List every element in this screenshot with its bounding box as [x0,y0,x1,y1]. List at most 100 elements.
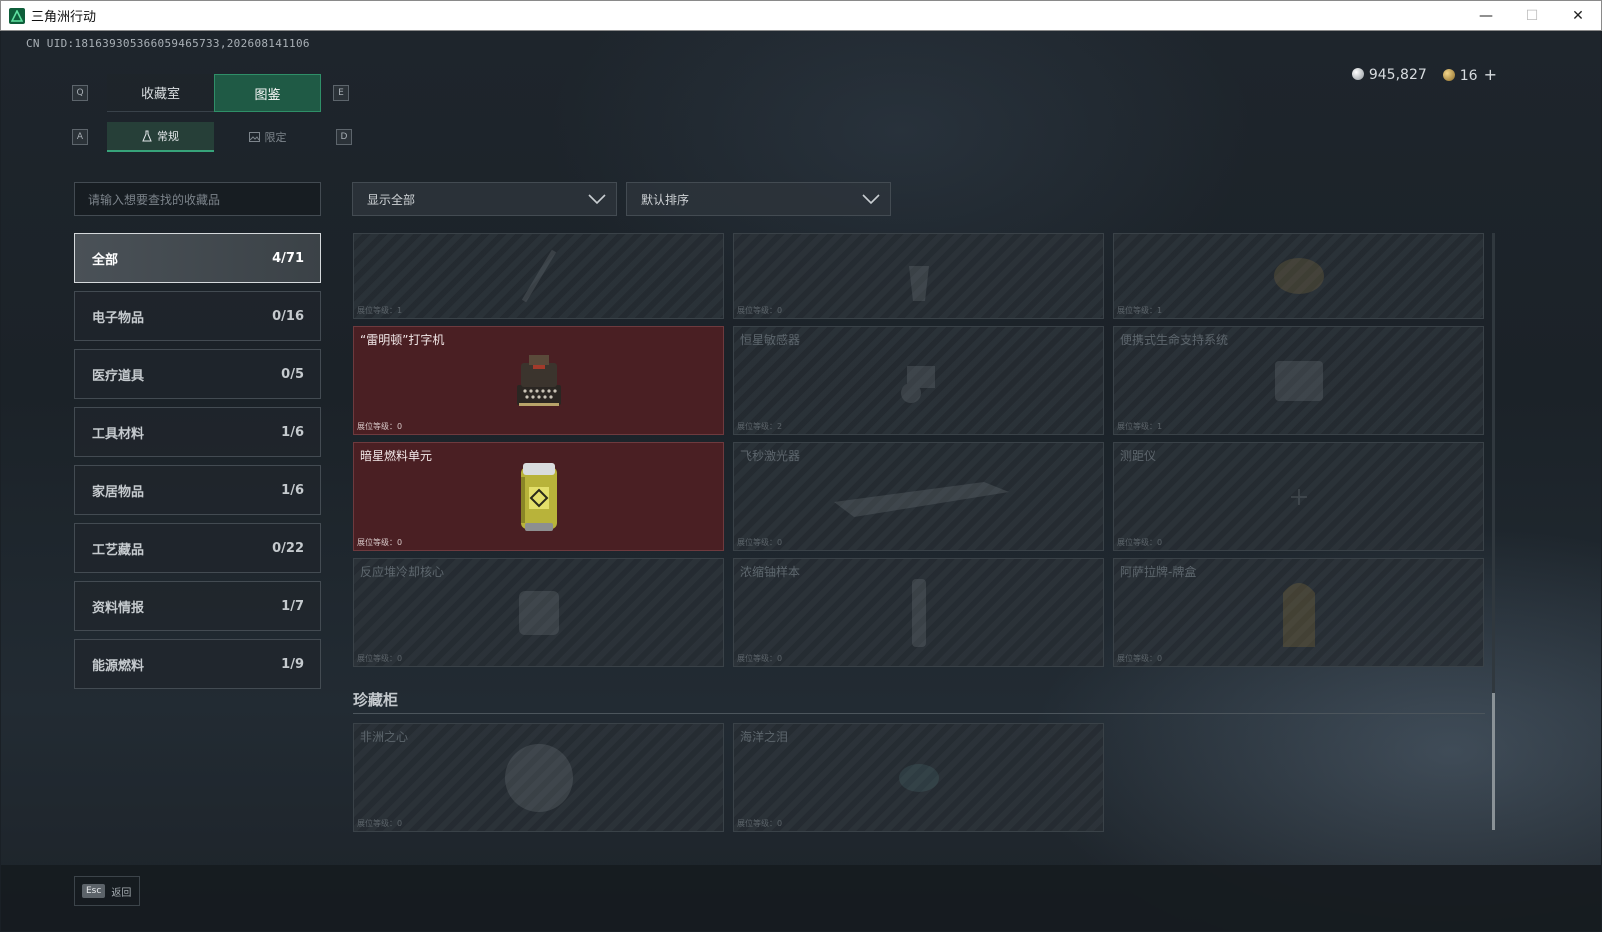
close-button[interactable]: ✕ [1555,1,1601,31]
flask-icon [142,130,152,142]
add-currency-button[interactable]: + [1484,65,1497,84]
card-box-icon [1282,582,1315,647]
item-card[interactable]: 海洋之泪 展位等级：0 [733,723,1104,832]
item-level: 展位等级：0 [737,306,783,315]
reactor-core-icon [518,590,559,635]
item-name: 海洋之泪 [740,730,789,744]
item-level: 展位等级：0 [1117,538,1163,547]
item-card[interactable]: 展位等级：0 [733,233,1104,319]
item-level: 展位等级：0 [737,538,783,547]
esc-key-icon: Esc [82,884,106,898]
item-name: “雷明顿”打字机 [360,333,445,347]
item-level: 展位等级：1 [1117,422,1163,431]
filter-dropdown[interactable]: 显示全部 [352,182,617,216]
silver-coin-icon [1351,67,1364,80]
item-level: 展位等级：1 [1117,306,1163,315]
bottom-bar [1,865,1601,931]
item-level: 展位等级：0 [357,422,403,431]
item-card[interactable]: 测距仪 展位等级：0 [1113,442,1484,551]
key-hint-q: Q [72,85,88,101]
item-level: 展位等级：1 [357,306,403,315]
item-card[interactable]: 飞秒激光器 展位等级：0 [733,442,1104,551]
image-icon [248,132,260,142]
scrollbar-thumb[interactable] [1492,693,1495,830]
tab-regular[interactable]: 常规 [107,122,214,152]
category-electronics[interactable]: 电子物品 0/16 [74,291,321,341]
item-name: 恒星敏感器 [740,333,801,347]
category-all[interactable]: 全部 4/71 [74,233,321,283]
category-tools[interactable]: 工具材料 1/6 [74,407,321,457]
category-crafts[interactable]: 工艺藏品 0/22 [74,523,321,573]
search-input[interactable]: 请输入想要查找的收藏品 [74,182,321,216]
item-card[interactable]: 便携式生命支持系统 展位等级：1 [1113,326,1484,435]
item-name: 便携式生命支持系统 [1120,333,1229,347]
section-divider [353,713,1485,714]
uranium-sample-icon [911,578,926,647]
gem-tear-icon [898,763,939,792]
gem-heart-icon [504,743,573,812]
tab-limited[interactable]: 限定 [214,122,321,152]
sensor-icon [900,365,935,403]
item-silhouette-icon [1273,258,1324,294]
main-tabs: 收藏室 图鉴 [107,74,321,112]
gold-coin-icon [1442,69,1455,81]
category-list: 全部 4/71 电子物品 0/16 医疗道具 0/5 工具材料 1/6 家居物品 1/6 … [74,233,321,697]
item-card[interactable]: 恒星敏感器 展位等级：2 [733,326,1104,435]
silver-currency: 945,827 [1351,67,1427,83]
item-name: 浓缩铀样本 [740,565,801,579]
chevron-down-icon [862,194,880,205]
item-level: 展位等级：0 [737,654,783,663]
category-intel[interactable]: 资料情报 1/7 [74,581,321,631]
category-medical[interactable]: 医疗道具 0/5 [74,349,321,399]
sub-tabs: 常规 限定 [107,122,321,152]
tab-collection-room[interactable]: 收藏室 [107,74,214,112]
item-name: 反应堆冷却核心 [360,565,445,579]
key-hint-d: D [336,129,352,145]
cabinet-section-title: 珍藏柜 [353,691,399,709]
item-level: 展位等级：0 [357,538,403,547]
category-energy[interactable]: 能源燃料 1/9 [74,639,321,689]
item-card[interactable]: 浓缩铀样本 展位等级：0 [733,558,1104,667]
item-silhouette-icon [908,251,929,301]
item-name: 飞秒激光器 [740,449,801,463]
rangefinder-icon [1290,488,1307,505]
window-title: 三角洲行动 [31,10,97,25]
item-card[interactable]: 展位等级：1 [1113,233,1484,319]
back-label: 返回 [111,887,132,899]
fuel-cell-icon [520,462,557,531]
sort-dropdown[interactable]: 默认排序 [626,182,891,216]
category-household[interactable]: 家居物品 1/6 [74,465,321,515]
laser-icon [833,481,1009,517]
item-card[interactable]: 展位等级：1 [353,233,724,319]
minimize-button[interactable]: — [1463,1,1509,31]
back-button[interactable]: Esc 返回 [74,876,140,906]
item-card[interactable]: 非洲之心 展位等级：0 [353,723,724,832]
tab-encyclopedia[interactable]: 图鉴 [214,74,321,112]
key-hint-e: E [333,85,349,101]
key-hint-a: A [72,129,88,145]
item-level: 展位等级：2 [737,422,783,431]
app-logo-icon [9,7,25,24]
maximize-button[interactable]: ☐ [1509,1,1555,31]
item-card[interactable]: 反应堆冷却核心 展位等级：0 [353,558,724,667]
typewriter-icon [516,354,561,406]
uid-label: CN UID:181639305366059465733,20260814110… [26,37,310,50]
item-name: 暗星燃料单元 [360,449,433,463]
life-support-icon [1274,360,1323,401]
item-name: 测距仪 [1120,449,1157,463]
currency-bar: 945,827 16 + [1351,65,1497,84]
gold-currency: 16 + [1442,65,1497,84]
item-level: 展位等级：0 [357,819,403,828]
item-level: 展位等级：0 [737,819,783,828]
item-card[interactable]: 暗星燃料单元 展位等级：0 [353,442,724,551]
chevron-down-icon [588,194,606,205]
item-card[interactable]: 阿萨拉牌-牌盒 展位等级：0 [1113,558,1484,667]
game-viewport: CN UID:181639305366059465733,20260814110… [1,31,1601,931]
item-name: 阿萨拉牌-牌盒 [1120,565,1197,579]
item-card[interactable]: “雷明顿”打字机 展位等级：0 [353,326,724,435]
item-level: 展位等级：0 [1117,654,1163,663]
window-titlebar: 三角洲行动 — ☐ ✕ [0,0,1602,31]
item-silhouette-icon [521,249,556,303]
grid-scrollbar[interactable] [1492,233,1495,830]
item-level: 展位等级：0 [357,654,403,663]
